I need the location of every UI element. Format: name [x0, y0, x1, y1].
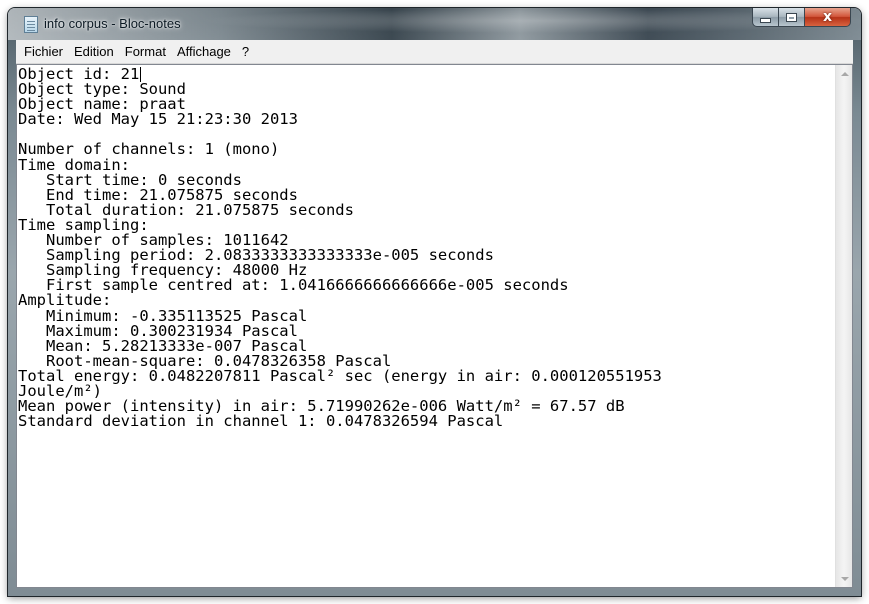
scroll-up-button[interactable]: [837, 65, 852, 82]
arrow-up-icon: [840, 71, 849, 76]
arrow-down-icon: [840, 576, 849, 581]
text-editor[interactable]: Object id: 21 Object type: Sound Object …: [16, 64, 853, 588]
vertical-scrollbar[interactable]: [835, 65, 852, 587]
text-line: Total energy: 0.0482207811 Pascal² sec (…: [18, 366, 662, 385]
text-line: Date: Wed May 15 21:23:30 2013: [18, 110, 298, 129]
notepad-icon[interactable]: [24, 16, 38, 33]
caption-buttons: x: [752, 8, 851, 28]
menu-fichier[interactable]: Fichier: [19, 44, 68, 59]
menu-format[interactable]: Format: [120, 44, 171, 59]
menu-bar: Fichier Edition Format Affichage ?: [16, 40, 853, 64]
text-line: Standard deviation in channel 1: 0.04783…: [18, 412, 504, 431]
text-line: Number of channels: 1 (mono): [18, 140, 280, 159]
menu-affichage[interactable]: Affichage: [172, 44, 236, 59]
title-bar[interactable]: info corpus - Bloc-notes x: [8, 8, 861, 40]
window-title: info corpus - Bloc-notes: [44, 16, 181, 31]
minimize-icon: [760, 18, 771, 23]
maximize-icon: [786, 12, 797, 22]
scroll-down-button[interactable]: [837, 570, 852, 587]
minimize-button[interactable]: [752, 8, 779, 27]
menu-help[interactable]: ?: [237, 44, 254, 59]
maximize-button[interactable]: [779, 8, 805, 27]
close-button[interactable]: x: [805, 8, 851, 27]
close-icon: x: [822, 9, 833, 25]
document-text-area[interactable]: Object id: 21 Object type: Sound Object …: [17, 65, 835, 587]
text-line: First sample centred at: 1.0416666666666…: [18, 276, 569, 295]
menu-edition[interactable]: Edition: [69, 44, 119, 59]
